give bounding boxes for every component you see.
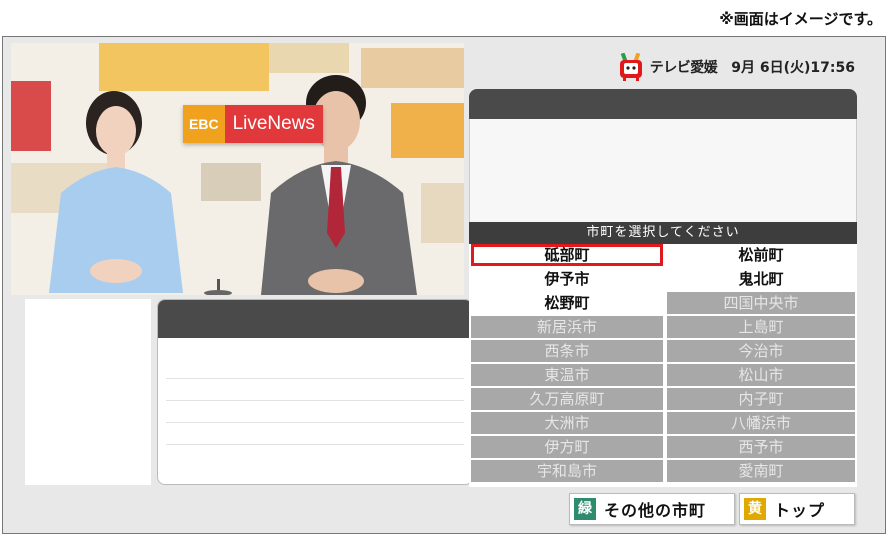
selector-prompt: 市町を選択してください	[469, 222, 857, 244]
top-button[interactable]: 黄 トップ	[739, 493, 855, 525]
municipality-item: 久万高原町	[471, 388, 663, 410]
green-key-icon: 緑	[574, 498, 596, 520]
municipality-item: 西条市	[471, 340, 663, 362]
municipality-item: 松山市	[667, 364, 855, 386]
blank-panel	[25, 299, 151, 485]
yellow-key-icon: 黄	[744, 498, 766, 520]
other-municipalities-label: その他の市町	[604, 501, 707, 520]
logo-ebc-text: EBC	[183, 105, 225, 143]
ebc-livenews-logo: EBC LiveNews	[183, 105, 323, 143]
channel-brand: テレビ愛媛	[649, 60, 718, 76]
municipality-grid: 砥部町 松前町 伊予市 鬼北町 松野町 四国中央市 新居浜市 上島町 西条市 今治市 東温市 松山市久…	[469, 244, 857, 482]
municipality-item: 上島町	[667, 316, 855, 338]
info-panel-header	[158, 300, 472, 338]
municipality-item: 西予市	[667, 436, 855, 458]
other-municipalities-button[interactable]: 緑 その他の市町	[569, 493, 735, 525]
tv-mascot-icon	[618, 52, 644, 81]
municipality-item[interactable]: 伊予市	[471, 268, 663, 290]
tv-screen: EBC LiveNews テレビ愛媛 9月 6日(火)17:56 市町を選択して…	[2, 36, 886, 534]
municipality-item[interactable]: 松野町	[471, 292, 663, 314]
info-divider	[166, 422, 464, 423]
date-time: 9月 6日(火)17:56	[731, 60, 855, 76]
logo-livenews-text: LiveNews	[224, 105, 323, 143]
municipality-item: 東温市	[471, 364, 663, 386]
municipality-item: 内子町	[667, 388, 855, 410]
municipality-selector: 市町を選択してください 砥部町 松前町 伊予市 鬼北町 松野町 四国中央市 新居浜市 上島町西…	[469, 89, 857, 487]
studio-scene	[11, 43, 464, 295]
info-divider	[166, 378, 464, 379]
municipality-item: 八幡浜市	[667, 412, 855, 434]
info-divider	[166, 400, 464, 401]
municipality-item: 伊方町	[471, 436, 663, 458]
municipality-item: 愛南町	[667, 460, 855, 482]
selector-header	[469, 89, 857, 119]
info-divider	[166, 444, 464, 445]
municipality-item: 今治市	[667, 340, 855, 362]
selector-preview	[469, 119, 857, 222]
disclaimer-note: ※画面はイメージです。	[719, 10, 882, 28]
municipality-item: 新居浜市	[471, 316, 663, 338]
channel-header: テレビ愛媛 9月 6日(火)17:56	[618, 52, 855, 81]
municipality-item[interactable]: 砥部町	[471, 244, 663, 266]
municipality-item[interactable]: 鬼北町	[667, 268, 855, 290]
top-label: トップ	[774, 501, 826, 520]
municipality-item[interactable]: 松前町	[667, 244, 855, 266]
info-panel	[157, 299, 473, 485]
live-video: EBC LiveNews	[11, 43, 464, 295]
municipality-item: 大洲市	[471, 412, 663, 434]
municipality-item: 宇和島市	[471, 460, 663, 482]
municipality-item: 四国中央市	[667, 292, 855, 314]
